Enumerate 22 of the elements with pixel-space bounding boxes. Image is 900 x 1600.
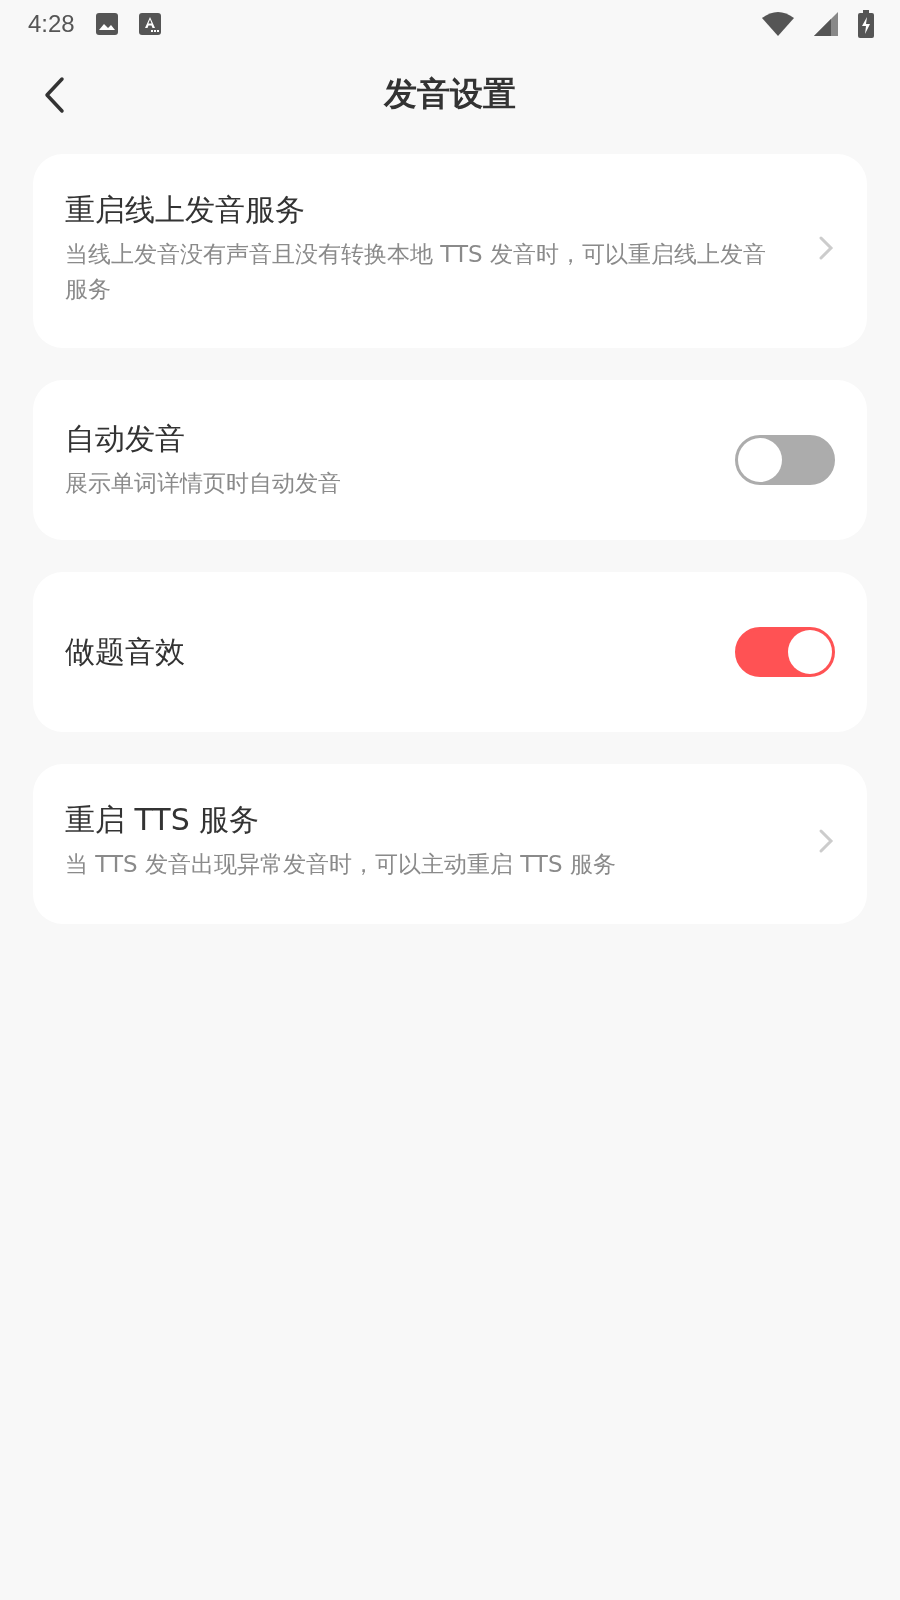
image-icon <box>94 12 119 36</box>
toggle-switch[interactable] <box>735 435 835 485</box>
toggle-switch[interactable] <box>735 627 835 677</box>
setting-description: 展示单词详情页时自动发音 <box>65 469 342 499</box>
setting-title: 重启线上发音服务 <box>65 191 306 229</box>
setting-title: 重启 TTS 服务 <box>65 801 261 840</box>
status-time: 4:28 <box>28 10 75 38</box>
battery-icon <box>858 10 874 38</box>
settings-card[interactable]: 重启线上发音服务 当线上发音没有声音且没有转换本地 TTS 发音时，可以重启线上发音服务 <box>33 154 867 348</box>
settings-card[interactable]: 重启 TTS 服务 当 TTS 发音出现异常发音时，可以主动重启 TTS 服务 <box>33 764 867 924</box>
chevron-right-icon <box>817 234 835 262</box>
settings-card[interactable]: 做题音效 <box>33 572 867 732</box>
setting-description: 当线上发音没有声音且没有转换本地 TTS 发音时，可以重启线上发音服务 <box>65 240 767 304</box>
wifi-icon <box>762 12 794 36</box>
setting-title: 做题音效 <box>65 632 186 671</box>
settings-card[interactable]: 自动发音 展示单词详情页时自动发音 <box>33 380 867 540</box>
page-title: 发音设置 <box>384 72 516 115</box>
setting-description: 当 TTS 发音出现异常发音时，可以主动重启 TTS 服务 <box>65 850 617 880</box>
signal-icon <box>814 12 838 36</box>
setting-title: 自动发音 <box>65 420 186 459</box>
chevron-right-icon <box>817 827 835 855</box>
font-icon <box>138 13 161 35</box>
